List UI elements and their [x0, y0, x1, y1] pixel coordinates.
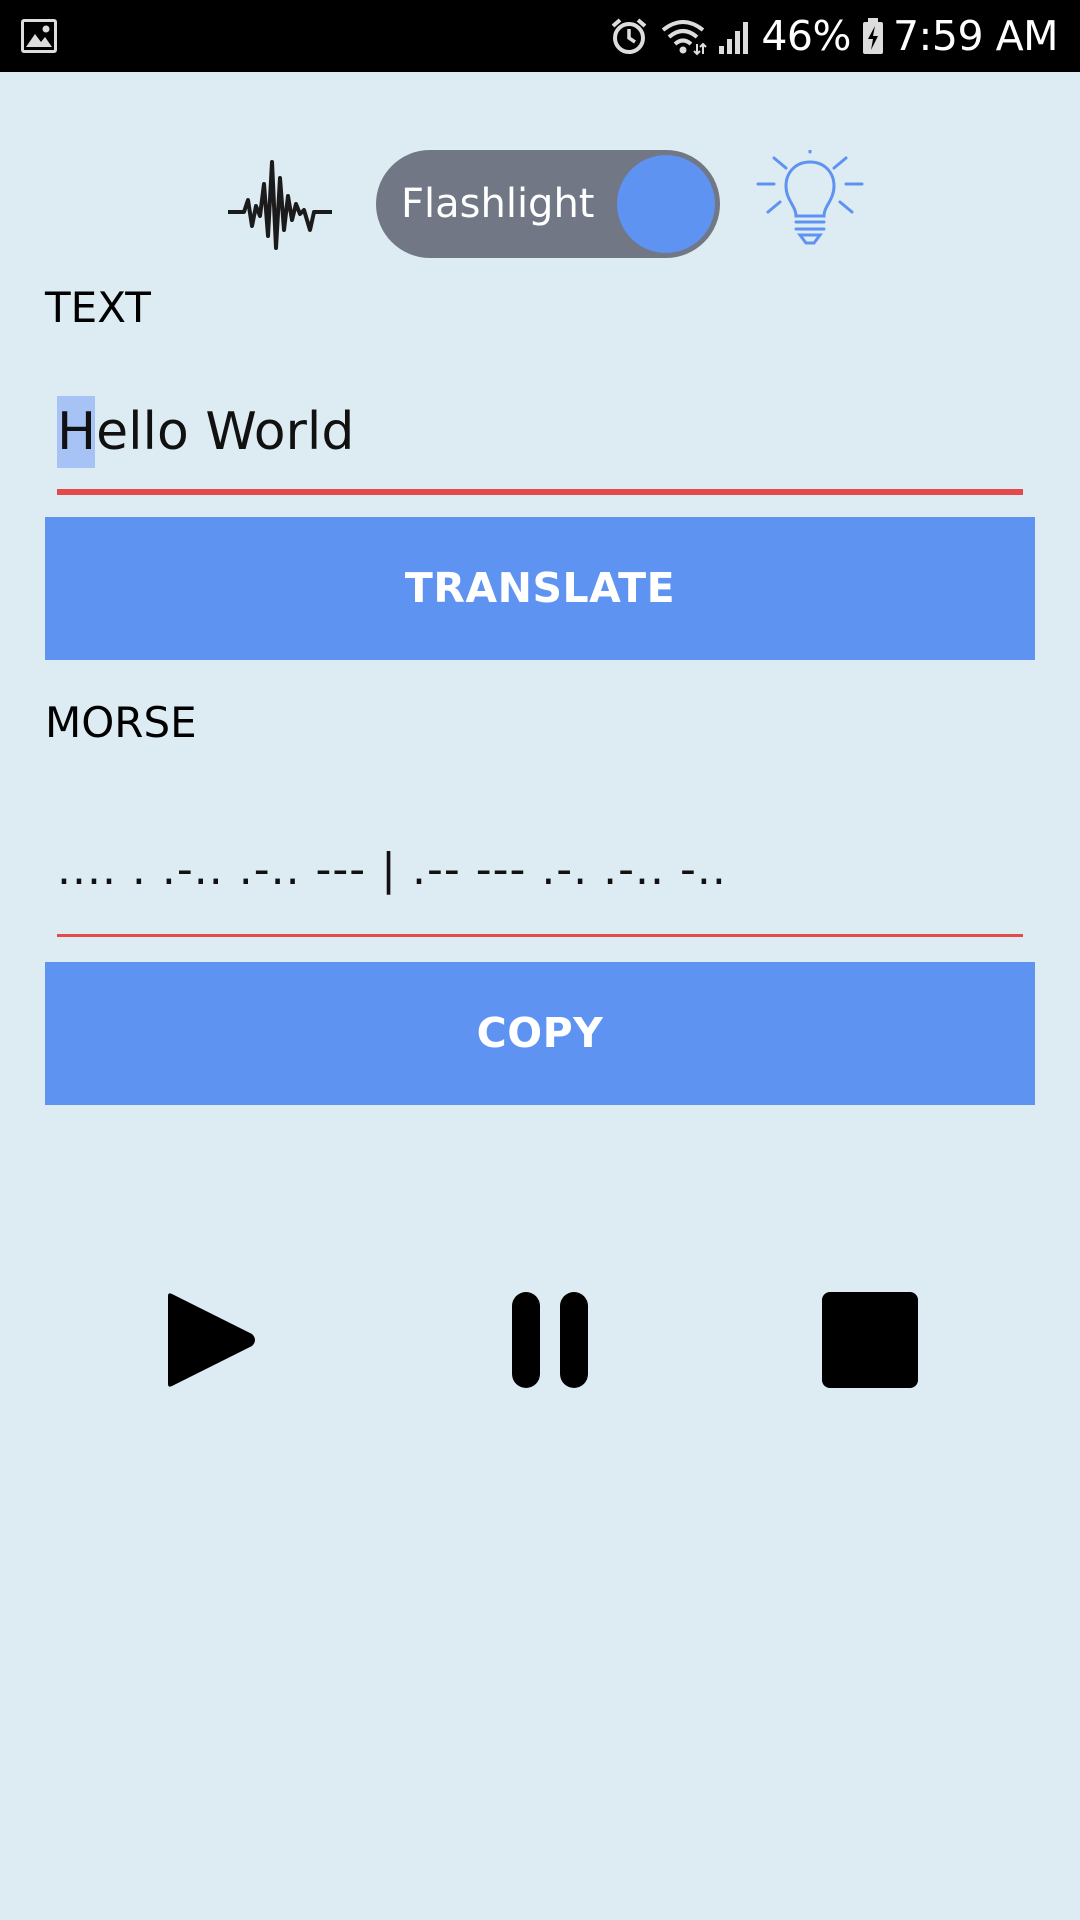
stop-icon[interactable] — [820, 1290, 920, 1390]
clock: 7:59 AM — [892, 12, 1059, 60]
gallery-icon — [21, 19, 57, 53]
morse-section-label: MORSE — [45, 698, 197, 747]
text-input-value[interactable]: Hello World — [57, 402, 354, 462]
morse-output-value[interactable]: .... . .-.. .-.. --- | .-- --- .-. .-.. … — [57, 844, 727, 895]
battery-percent: 46% — [761, 12, 851, 60]
translate-button[interactable]: TRANSLATE — [45, 517, 1035, 660]
text-section-label: TEXT — [45, 283, 151, 332]
morse-output-field[interactable]: .... . .-.. .-.. --- | .-- --- .-. .-.. … — [57, 830, 1023, 940]
battery-charging-icon — [862, 18, 883, 54]
flashlight-toggle-label: Flashlight — [401, 181, 595, 227]
waveform-icon[interactable] — [226, 154, 334, 250]
copy-button[interactable]: COPY — [45, 962, 1035, 1105]
toggle-knob[interactable] — [617, 155, 715, 253]
lightbulb-icon[interactable] — [756, 150, 864, 254]
signal-icon — [719, 22, 749, 54]
flashlight-toggle[interactable]: Flashlight — [376, 150, 720, 258]
pause-icon[interactable] — [500, 1290, 600, 1390]
status-icons: 46% 7:59 AM — [599, 0, 1059, 72]
alarm-icon — [612, 18, 647, 54]
morse-field-underline — [57, 934, 1023, 937]
text-input[interactable]: Hello World — [57, 390, 1023, 500]
status-bar: 46% 7:59 AM — [0, 0, 1080, 72]
play-icon[interactable] — [160, 1290, 260, 1390]
wifi-icon — [662, 20, 708, 56]
text-input-underline — [57, 489, 1023, 495]
